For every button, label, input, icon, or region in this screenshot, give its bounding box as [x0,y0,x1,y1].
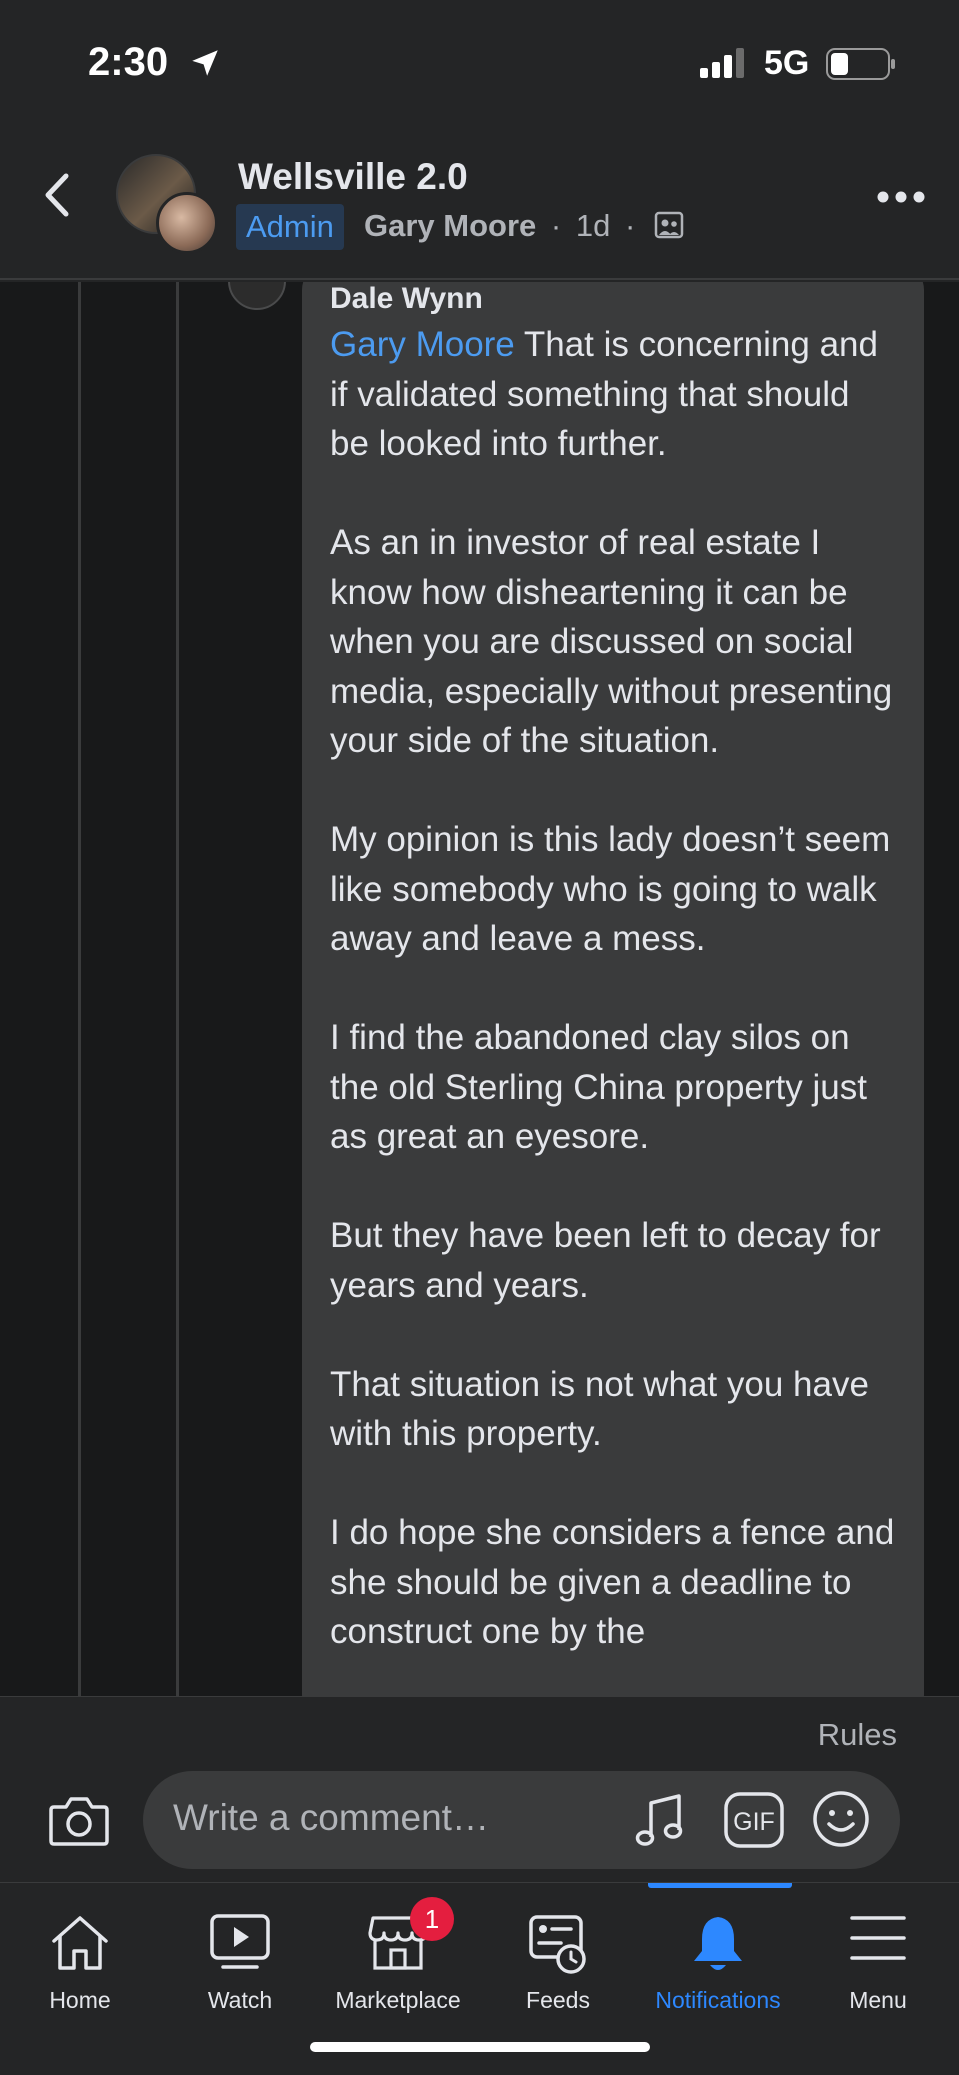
commenter-name[interactable]: Dale Wynn [330,282,896,316]
admin-badge: Admin [236,204,344,250]
nav-notifications[interactable]: Notifications [638,1883,798,2033]
comment-paragraph: As an in investor of real estate I know … [330,523,893,760]
more-options-icon[interactable] [876,190,926,204]
comment-bubble[interactable]: Dale Wynn Gary Moore That is concerning … [302,282,924,1696]
gif-icon[interactable]: GIF [723,1791,785,1849]
nav-watch[interactable]: Watch [160,1883,320,2033]
home-indicator[interactable] [310,2042,650,2052]
feeds-icon [529,1915,586,1974]
comment-composer: Rules Write a comment… GIF [0,1696,959,1882]
svg-text:GIF: GIF [733,1808,775,1836]
nav-label-notifications: Notifications [655,1987,781,2013]
nav-home[interactable]: Home [0,1883,160,2033]
nav-menu[interactable]: Menu [798,1883,958,2033]
meta-separator: · [550,208,562,243]
home-icon [52,1916,108,1970]
comment-paragraph: Gary Moore That is concerning and if val… [330,320,896,469]
post-age: 1d [575,208,611,243]
bell-icon [694,1917,742,1970]
battery-icon [826,48,895,80]
comment-paragraph: But they have been left to decay for yea… [330,1216,881,1305]
nav-label-watch: Watch [207,1987,273,2013]
hamburger-icon [850,1916,906,1960]
comment-placeholder: Write a comment… [173,1797,489,1838]
group-privacy-icon [654,211,684,239]
location-arrow-icon [192,50,218,76]
comment-paragraph: My opinion is this lady doesn’t seem lik… [330,820,891,958]
camera-icon[interactable] [48,1793,110,1847]
rules-link[interactable]: Rules [818,1717,897,1753]
watch-icon [210,1914,270,1969]
post-author[interactable]: Gary Moore [364,208,536,243]
nav-feeds[interactable]: Feeds [478,1883,638,2033]
nav-marketplace[interactable]: 1 Marketplace [318,1883,478,2033]
music-note-icon[interactable] [633,1791,689,1851]
nav-label-feeds: Feeds [526,1987,590,2013]
post-meta: Gary Moore · 1d · [364,208,684,244]
thread-line [176,282,179,1696]
mention-link[interactable]: Gary Moore [330,325,515,364]
group-name[interactable]: Wellsville 2.0 [238,156,468,198]
nav-label-marketplace: Marketplace [335,1987,461,2013]
comment-input[interactable]: Write a comment… GIF [143,1771,900,1869]
comment-paragraph: I find the abandoned clay silos on the o… [330,1018,867,1156]
emoji-icon[interactable] [811,1789,871,1849]
nav-label-home: Home [49,1987,111,2013]
network-label: 5G [764,44,810,82]
status-time: 2:30 [88,40,169,84]
comment-thread: Dale Wynn Gary Moore That is concerning … [0,282,959,1696]
status-bar: 2:30 5G [0,0,959,120]
thread-line [78,282,81,1696]
nav-label-menu: Menu [849,1987,907,2013]
commenter-avatar[interactable] [228,282,286,310]
back-icon[interactable] [40,172,74,218]
comment-paragraph: That situation is not what you have with… [330,1364,869,1454]
comment-paragraph: I do hope she considers a fence and she … [330,1513,895,1651]
author-avatar[interactable] [156,192,218,254]
meta-separator-2: · [624,208,636,243]
post-header: Wellsville 2.0 Admin Gary Moore · 1d · [0,120,959,280]
marketplace-badge: 1 [410,1897,454,1941]
signal-icon [700,48,744,78]
